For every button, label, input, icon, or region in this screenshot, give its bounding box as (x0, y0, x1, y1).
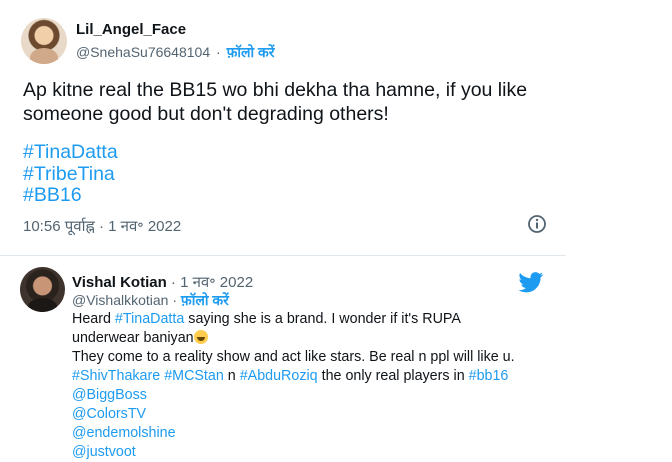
tweet-text: Heard #TinaDatta saying she is a brand. … (72, 310, 552, 462)
separator: · (172, 292, 178, 308)
display-name[interactable]: Lil_Angel_Face (76, 21, 186, 38)
text-span: the only real players in (317, 368, 469, 384)
tweet-date[interactable]: · 1 नव॰ 2022 (167, 274, 253, 291)
tweet-text-line: Ap kitne real the BB15 wo bhi dekha tha … (23, 79, 528, 101)
avatar[interactable] (20, 267, 65, 312)
hashtag-list: #TinaDatta #TribeTina #BB16 (23, 141, 118, 207)
mention-link[interactable]: @ColorsTV (72, 405, 552, 424)
tweet-text-line: someone good but don't degrading others! (23, 103, 389, 125)
separator: · (216, 44, 221, 60)
tweet-text-line: Heard #TinaDatta saying she is a brand. … (72, 310, 552, 329)
avatar[interactable] (21, 18, 67, 64)
handle-row: @SnehaSu76648104 · फ़ॉलो करें (76, 43, 274, 62)
hashtag-link[interactable]: #MCStan (164, 368, 224, 384)
twitter-bird-icon[interactable] (518, 272, 544, 293)
mention-link[interactable]: @endemolshine (72, 424, 552, 443)
text-span: Heard (72, 311, 115, 327)
info-icon[interactable] (527, 214, 547, 234)
tweet-card: Lil_Angel_Face @SnehaSu76648104 · फ़ॉलो … (0, 0, 566, 460)
text-span: underwear baniyan (72, 330, 194, 346)
hashtag-link[interactable]: #bb16 (469, 368, 509, 384)
follow-button[interactable]: फ़ॉलो करें (181, 292, 229, 308)
name-row: Vishal Kotian · 1 नव॰ 2022 (72, 272, 253, 292)
hashtag-link[interactable]: #TinaDatta (23, 141, 118, 164)
hashtag-link[interactable]: #ShivThakare (72, 368, 160, 384)
tweet-text-line: #ShivThakare #MCStan n #AbduRoziq the on… (72, 367, 552, 386)
text-span: n (223, 368, 240, 384)
handle-row: @Vishalkkotian · फ़ॉलो करें (72, 291, 229, 310)
hashtag-link[interactable]: #BB16 (23, 184, 118, 207)
hashtag-link[interactable]: #TribeTina (23, 163, 118, 186)
tweet-text: Ap kitne real the BB15 wo bhi dekha tha … (23, 78, 563, 126)
hashtag-link[interactable]: #AbduRoziq (240, 368, 318, 384)
handle[interactable]: @Vishalkkotian (72, 292, 168, 308)
tweet-text-line: They come to a reality show and act like… (72, 349, 515, 365)
tweet-text-line: underwear baniyan (72, 329, 552, 348)
timestamp[interactable]: 10:56 पूर्वाह्न · 1 नव॰ 2022 (23, 216, 181, 236)
text-span: saying she is a brand. I wonder if it's … (184, 311, 461, 327)
divider (0, 255, 566, 256)
mention-link[interactable]: @BiggBoss (72, 386, 552, 405)
follow-button[interactable]: फ़ॉलो करें (227, 44, 275, 60)
rofl-emoji (193, 330, 208, 344)
handle[interactable]: @SnehaSu76648104 (76, 44, 210, 60)
hashtag-link[interactable]: #TinaDatta (115, 311, 184, 327)
display-name[interactable]: Vishal Kotian (72, 274, 167, 291)
mention-link[interactable]: @justvoot (72, 443, 552, 462)
